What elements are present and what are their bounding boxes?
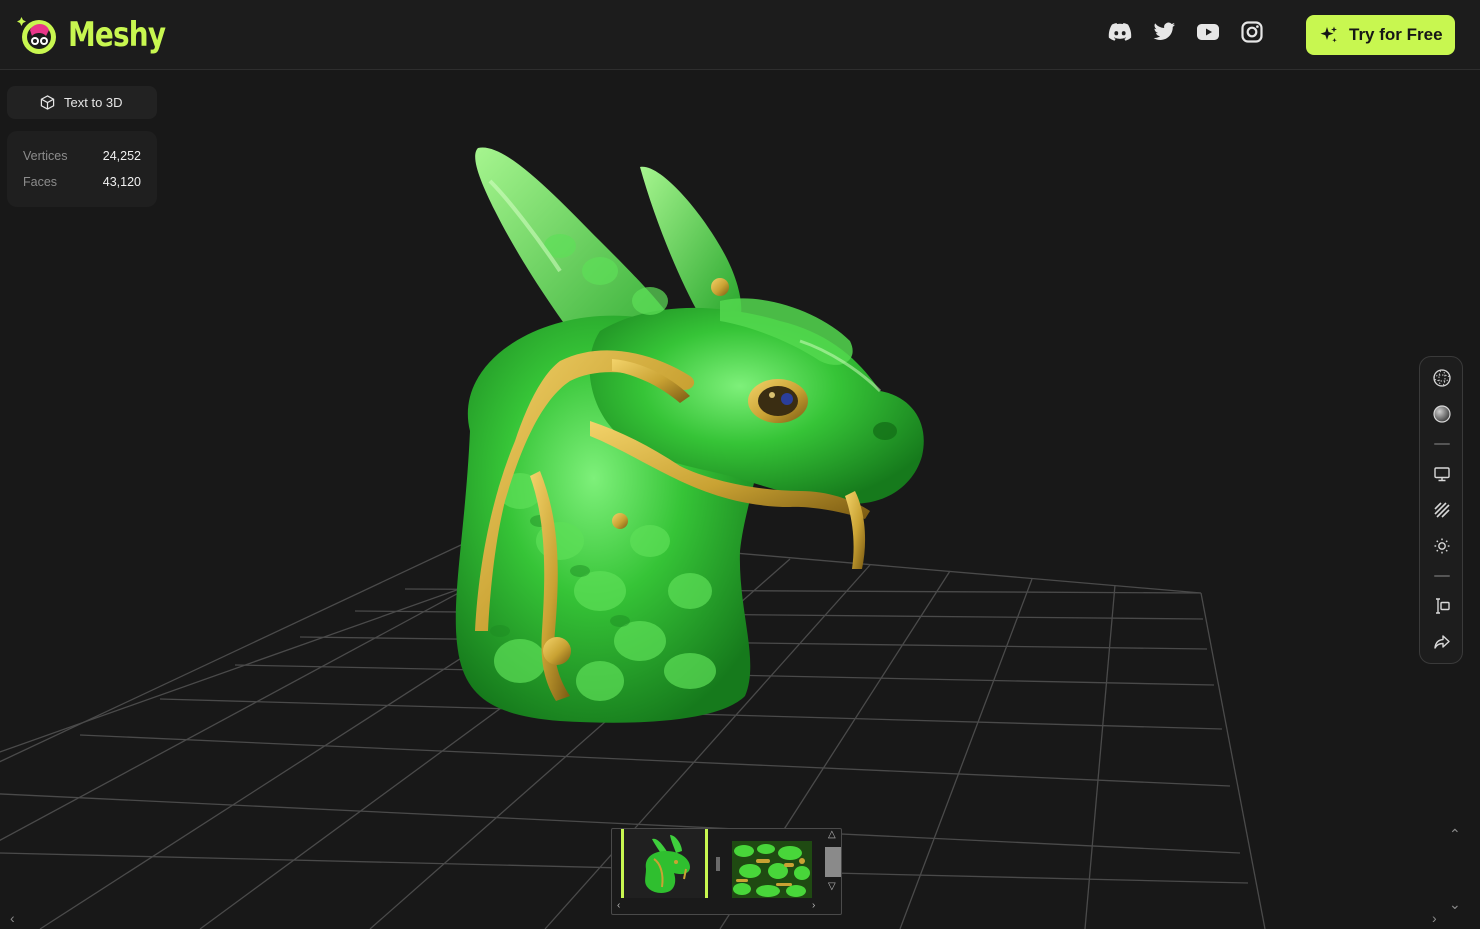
meshy-logo[interactable]: Meshy [16, 12, 187, 58]
3d-viewport[interactable] [0, 71, 1480, 929]
vertices-label: Vertices [23, 149, 68, 163]
meshy-mascot-icon [17, 17, 56, 54]
discord-icon[interactable] [1108, 20, 1132, 44]
brand-name: Meshy [68, 15, 166, 55]
thumbnail-separator [716, 857, 720, 871]
shaded-sphere-icon[interactable] [1431, 403, 1453, 425]
texture-map-thumbnail[interactable] [732, 841, 812, 898]
vertices-value: 24,252 [102, 149, 141, 163]
cube-icon [40, 95, 55, 110]
app-root: Meshy Try for Free Text to 3D Vertices 2… [0, 0, 1480, 929]
sparkle-icon [1320, 26, 1337, 43]
social-links [1108, 20, 1264, 44]
mode-label: Text to 3D [64, 95, 123, 110]
thumbnail-vertical-scrollbar[interactable]: △ ▽ [824, 829, 842, 898]
scroll-left-arrow-icon[interactable]: ‹ [617, 900, 620, 911]
page-scroll-down-icon[interactable]: ⌄ [1449, 896, 1461, 913]
thumbnail-strip: △ ▽ ‹ › [611, 828, 842, 915]
page-scroll-right-icon[interactable]: › [1432, 910, 1437, 926]
viewer-toolbar [1419, 356, 1463, 664]
page-scroll-up-icon[interactable]: ⌃ [1449, 826, 1461, 843]
page-scroll-left-icon[interactable]: ‹ [10, 910, 15, 926]
dragon-model[interactable] [455, 147, 924, 723]
viewport-canvas[interactable] [0, 71, 1480, 929]
youtube-icon[interactable] [1196, 20, 1220, 44]
vertices-row: Vertices 24,252 [23, 143, 141, 169]
scroll-up-arrow-icon[interactable]: △ [828, 829, 836, 840]
scrollbar-thumb[interactable] [825, 847, 841, 877]
texture-hatch-icon[interactable] [1431, 499, 1453, 521]
text-to-3d-chip[interactable]: Text to 3D [7, 86, 157, 119]
screen-icon[interactable] [1431, 463, 1453, 485]
faces-row: Faces 43,120 [23, 169, 141, 195]
faces-label: Faces [23, 175, 58, 189]
wireframe-sphere-icon[interactable] [1431, 367, 1453, 389]
scroll-down-arrow-icon[interactable]: ▽ [828, 881, 836, 892]
share-icon[interactable] [1431, 631, 1453, 653]
twitter-icon[interactable] [1152, 20, 1176, 44]
mesh-stats-panel: Vertices 24,252 Faces 43,120 [7, 131, 157, 207]
top-navigation-bar: Meshy Try for Free [0, 0, 1480, 70]
measure-icon[interactable] [1431, 595, 1453, 617]
instagram-icon[interactable] [1240, 20, 1264, 44]
toolbar-divider [1434, 575, 1450, 577]
toolbar-divider [1434, 443, 1450, 445]
try-for-free-label: Try for Free [1349, 25, 1443, 44]
scroll-right-arrow-icon[interactable]: › [812, 900, 815, 911]
try-for-free-button[interactable]: Try for Free [1306, 15, 1455, 55]
model-preview-thumbnail[interactable] [621, 829, 708, 898]
thumbnail-horizontal-scrollbar[interactable]: ‹ › [612, 899, 824, 915]
faces-value: 43,120 [102, 175, 141, 189]
light-icon[interactable] [1431, 535, 1453, 557]
